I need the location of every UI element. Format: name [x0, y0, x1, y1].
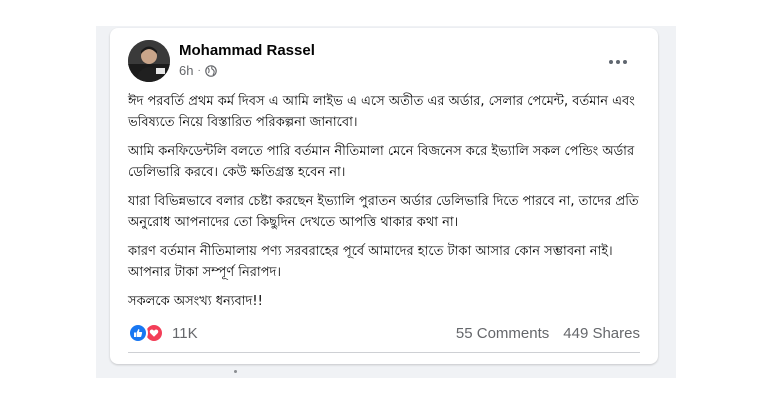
post-paragraph: আমি কনফিডেন্টলি বলতে পারি বর্তমান নীতিমা…: [128, 144, 635, 180]
engagement-counts: 55 Comments 449 Shares: [456, 325, 640, 342]
post-stats: 11K 55 Comments 449 Shares: [128, 320, 640, 346]
reaction-count[interactable]: 11K: [172, 325, 198, 342]
post-paragraph: কারণ বর্তমান নীতিমালায় পণ্য সরবরাহের পূ…: [128, 244, 613, 280]
next-post-edge: [234, 370, 237, 373]
shares-count[interactable]: 449 Shares: [563, 325, 640, 342]
like-icon: [128, 323, 148, 343]
post-header: Mohammad Rassel 6h ·: [128, 40, 646, 84]
reactions-summary[interactable]: 11K: [128, 323, 198, 343]
comments-count[interactable]: 55 Comments: [456, 325, 549, 342]
avatar[interactable]: [128, 40, 170, 82]
screenshot-stage: Mohammad Rassel 6h · ঈদ পরবর্তি প্রথম কর…: [0, 0, 768, 402]
post-paragraph: যারা বিভিন্নভাবে বলার চেষ্টা করছেন ইভ্যা…: [128, 194, 639, 230]
author-name[interactable]: Mohammad Rassel: [179, 42, 315, 59]
more-options-icon[interactable]: [604, 48, 632, 76]
globe-icon: [205, 64, 217, 77]
post-time[interactable]: 6h: [179, 63, 193, 78]
post-meta: 6h ·: [179, 63, 217, 78]
separator-dot: ·: [197, 65, 201, 76]
post-text: ঈদ পরবর্তি প্রথম কর্ম দিবস এ আমি লাইভ এ …: [128, 91, 640, 320]
post-paragraph: ঈদ পরবর্তি প্রথম কর্ম দিবস এ আমি লাইভ এ …: [128, 94, 635, 130]
post-card: Mohammad Rassel 6h · ঈদ পরবর্তি প্রথম কর…: [110, 28, 658, 364]
profile-photo: [128, 40, 170, 82]
post-paragraph: সকলকে অসংখ্য ধন্যবাদ!!: [128, 294, 263, 309]
stats-divider: [128, 352, 640, 353]
